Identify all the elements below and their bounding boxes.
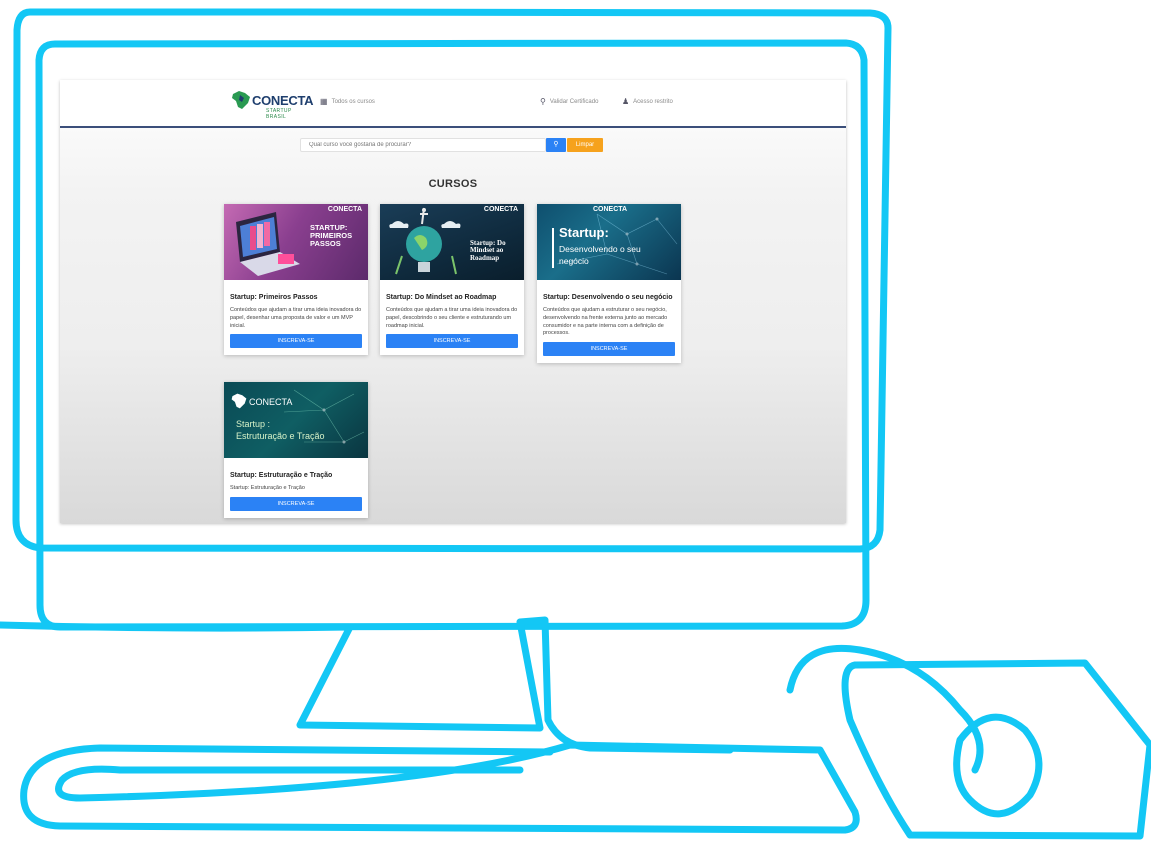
course-image-title: STARTUP: PRIMEIROS PASSOS	[310, 223, 353, 248]
course-title[interactable]: Startup: Estruturação e Tração	[230, 472, 362, 480]
course-description: Conteúdos que ajudam a tirar uma ideia i…	[230, 307, 362, 329]
nav-all-courses[interactable]: ▦ Todos os cursos	[320, 97, 375, 106]
search-icon: ⚲	[540, 97, 546, 106]
course-card: CONECTA Startup : Estruturação e Tração …	[224, 382, 368, 519]
course-image-logo: CONECTA	[249, 397, 293, 407]
logo-subtitle: STARTUP BRASIL	[266, 108, 292, 120]
bulb-earth-illustration	[389, 207, 461, 275]
brazil-map-icon	[231, 393, 247, 409]
search-icon: ⚲	[553, 141, 559, 148]
course-card: CONECTA STARTUP: PRIMEIROS PASSOS Startu…	[224, 204, 368, 356]
user-icon: ♟	[622, 97, 630, 106]
section-title: CURSOS	[428, 178, 478, 190]
course-image-logo: CONECTA	[483, 206, 518, 213]
nav-restricted-access[interactable]: ♟ Acesso restrito	[622, 97, 673, 106]
nav-restricted-access-label: Acesso restrito	[633, 98, 673, 105]
course-title[interactable]: Startup: Do Mindset ao Roadmap	[386, 294, 518, 302]
website-screen: CONECTA STARTUP BRASIL ▦ Todos os cursos…	[60, 80, 846, 523]
monitor-stand	[0, 616, 734, 754]
course-image-title: Startup :	[236, 419, 271, 429]
course-image-subtitle: Estruturação e Tração	[236, 431, 325, 441]
enroll-button[interactable]: INSCREVA-SE	[386, 334, 518, 349]
laptop-books-illustration	[236, 212, 300, 276]
course-image-title: Startup:	[559, 225, 609, 240]
clear-button[interactable]: Limpar	[567, 138, 603, 152]
keyboard	[20, 741, 860, 834]
course-image-logo: CONECTA	[593, 206, 628, 213]
course-card: CONECTA Startup: Desenvolvendo o seu neg…	[537, 204, 681, 364]
enroll-button[interactable]: INSCREVA-SE	[230, 334, 362, 349]
course-image[interactable]: CONECTA Startup: Desenvolvendo o seu neg…	[537, 204, 681, 280]
conecta-logo[interactable]: CONECTA STARTUP BRASIL	[230, 89, 314, 120]
mouse-pad	[841, 659, 1151, 840]
mouse	[786, 644, 1043, 818]
network-pattern	[556, 213, 678, 275]
course-description: Startup: Estruturação e Tração	[230, 485, 305, 492]
nav-all-courses-label: Todos os cursos	[331, 98, 375, 105]
brazil-map-icon	[232, 91, 250, 109]
course-image-title: Startup: Do Mindset ao Roadmap	[470, 239, 506, 262]
grid-icon: ▦	[320, 97, 328, 106]
course-image[interactable]: CONECTA STARTUP: PRIMEIROS PASSOS	[224, 204, 368, 280]
course-search-input[interactable]	[300, 138, 546, 152]
course-title[interactable]: Startup: Desenvolvendo o seu negócio	[543, 294, 675, 302]
course-description: Conteúdos que ajudam a estruturar o seu …	[543, 307, 668, 337]
course-title[interactable]: Startup: Primeiros Passos	[230, 294, 362, 302]
top-navbar: CONECTA STARTUP BRASIL ▦ Todos os cursos…	[60, 80, 846, 128]
course-image-logo: CONECTA	[327, 206, 362, 213]
enroll-button[interactable]: INSCREVA-SE	[230, 497, 362, 512]
course-image[interactable]: CONECTA Startup: Do Mindset ao Roadmap	[380, 204, 524, 280]
nav-validate-certificate-label: Validar Certificado	[549, 98, 599, 105]
course-image[interactable]: CONECTA Startup : Estruturação e Tração	[224, 382, 368, 458]
nav-validate-certificate[interactable]: ⚲ Validar Certificado	[540, 97, 598, 106]
course-description: Conteúdos que ajudam a tirar uma ideia i…	[386, 307, 518, 329]
course-image-subtitle: Desenvolvendo o seu negócio	[559, 244, 641, 266]
divider-line	[552, 228, 554, 268]
enroll-button[interactable]: INSCREVA-SE	[543, 342, 675, 357]
search-button[interactable]: ⚲	[546, 138, 566, 152]
course-card: CONECTA Startup: Do Mindset ao Roadmap S…	[380, 204, 524, 356]
logo-title: CONECTA	[252, 93, 314, 108]
